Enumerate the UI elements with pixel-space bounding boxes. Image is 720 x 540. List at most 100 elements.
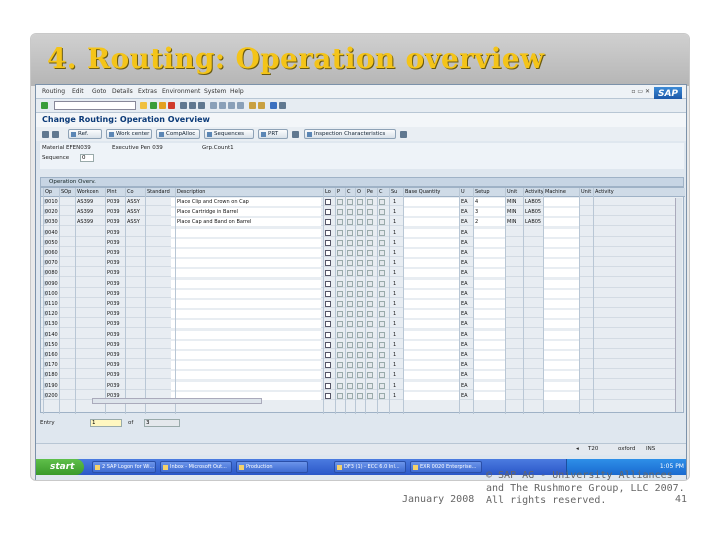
input-cell[interactable] <box>171 300 321 308</box>
input-cell[interactable] <box>403 351 459 359</box>
horizontal-scrollbar[interactable] <box>92 398 262 404</box>
cell-cs[interactable]: 1 <box>393 332 396 338</box>
status-tri-icon[interactable]: ◂ <box>576 446 579 452</box>
cell-cs[interactable]: 1 <box>393 342 396 348</box>
cell-un[interactable]: EA <box>461 250 468 256</box>
cell-op[interactable]: 0040 <box>45 230 58 236</box>
checkbox[interactable] <box>337 352 343 358</box>
cell-wc[interactable]: AS399 <box>77 219 93 225</box>
checkbox[interactable] <box>367 280 373 287</box>
cell-cs[interactable]: 1 <box>393 209 396 215</box>
checkbox[interactable] <box>347 229 353 236</box>
cell-cs[interactable]: 1 <box>393 352 396 358</box>
checkbox[interactable] <box>325 321 331 328</box>
checkbox[interactable] <box>357 331 363 338</box>
table-row[interactable]: 0180 P039 1 EA <box>41 371 677 380</box>
cell-op[interactable]: 0140 <box>45 332 58 338</box>
cell-plnt[interactable]: P039 <box>107 260 120 266</box>
checkbox[interactable] <box>347 382 353 389</box>
checkbox[interactable] <box>325 392 331 399</box>
table-row[interactable]: 0090 P039 1 EA <box>41 279 677 288</box>
checkbox[interactable] <box>325 229 331 236</box>
checkbox[interactable] <box>347 260 353 267</box>
checkbox[interactable] <box>357 321 363 328</box>
cell-act[interactable]: LAB05 <box>525 219 541 225</box>
task-sap-logon[interactable]: 2 SAP Logon for Wi... <box>92 461 156 473</box>
next-page-icon[interactable] <box>228 102 235 109</box>
cell-setup[interactable]: 2 <box>475 219 478 225</box>
checkbox[interactable] <box>325 311 331 318</box>
cell-op[interactable]: 0130 <box>45 321 58 327</box>
input-cell[interactable] <box>473 361 505 370</box>
input-cell[interactable] <box>543 249 579 257</box>
cell-un[interactable]: EA <box>461 342 468 348</box>
cell-plnt[interactable]: P039 <box>107 270 120 276</box>
checkbox[interactable] <box>325 372 331 379</box>
cell-plnt[interactable]: P039 <box>107 372 120 378</box>
checkbox[interactable] <box>325 301 331 307</box>
input-cell[interactable] <box>543 289 579 298</box>
checkbox[interactable] <box>325 352 331 358</box>
input-cell[interactable] <box>473 351 505 359</box>
cell-plnt[interactable]: P039 <box>107 362 120 368</box>
cell-unit[interactable]: MIN <box>507 209 517 215</box>
checkbox[interactable] <box>379 270 385 277</box>
input-cell[interactable] <box>543 300 579 308</box>
checkbox[interactable] <box>325 341 331 348</box>
menu-extras[interactable]: Extras <box>138 88 157 95</box>
input-cell[interactable] <box>403 361 459 370</box>
cell-un[interactable]: EA <box>461 260 468 266</box>
task-exr[interactable]: EXR 0020 Enterprise... <box>410 461 482 473</box>
column-header[interactable]: O <box>357 189 361 195</box>
other-operation-icon[interactable] <box>42 131 49 138</box>
input-cell[interactable] <box>543 371 579 380</box>
comp-alloc-button[interactable]: CompAlloc <box>156 129 200 139</box>
checkbox[interactable] <box>337 209 343 216</box>
column-header[interactable]: Workcen <box>77 189 99 195</box>
cell-act[interactable]: LAB05 <box>525 209 541 215</box>
table-row[interactable]: 0020 AS399 P039 ASSY Place Cartridge in Barr… <box>41 208 677 217</box>
checkbox[interactable] <box>357 199 363 205</box>
checkbox[interactable] <box>379 219 385 226</box>
input-cell[interactable] <box>473 340 505 349</box>
column-header[interactable]: Activity <box>525 189 544 195</box>
cell-un[interactable]: EA <box>461 352 468 358</box>
checkbox[interactable] <box>367 321 373 328</box>
new-session-icon[interactable] <box>249 102 256 109</box>
cell-plnt[interactable]: P039 <box>107 281 120 287</box>
checkbox[interactable] <box>337 372 343 379</box>
input-cell[interactable] <box>403 381 459 390</box>
input-cell[interactable] <box>171 238 321 247</box>
checkbox[interactable] <box>325 199 331 205</box>
input-cell[interactable] <box>403 218 459 227</box>
input-cell[interactable] <box>171 279 321 288</box>
checkbox[interactable] <box>367 372 373 379</box>
window-controls-icon[interactable]: ▫ ▭ ✕ <box>631 88 650 95</box>
cell-setup[interactable]: 4 <box>475 199 478 205</box>
cell-op[interactable]: 0050 <box>45 240 58 246</box>
checkbox[interactable] <box>347 352 353 358</box>
cell-co[interactable]: ASSY <box>127 209 140 215</box>
prt-button[interactable]: PRT <box>258 129 288 139</box>
input-cell[interactable] <box>171 228 321 237</box>
checkbox[interactable] <box>367 331 373 338</box>
cell-cs[interactable]: 1 <box>393 250 396 256</box>
column-header[interactable]: Machine <box>545 189 566 195</box>
task-df3[interactable]: DF3 (1) - ECC 6.0 Inl... <box>334 461 406 473</box>
input-cell[interactable] <box>543 238 579 247</box>
checkbox[interactable] <box>325 290 331 297</box>
checkbox[interactable] <box>347 250 353 256</box>
checkbox[interactable] <box>347 392 353 399</box>
column-header[interactable]: SOp <box>61 189 71 195</box>
vertical-scrollbar[interactable] <box>675 198 682 412</box>
input-cell[interactable] <box>543 330 579 339</box>
checkbox[interactable] <box>325 270 331 277</box>
table-row[interactable]: 0140 P039 1 EA <box>41 330 677 339</box>
input-cell[interactable] <box>403 249 459 257</box>
table-row[interactable]: 0130 P039 1 EA <box>41 320 677 329</box>
cell-cs[interactable]: 1 <box>393 311 396 317</box>
cell-plnt[interactable]: P039 <box>107 250 120 256</box>
checkbox[interactable] <box>367 209 373 216</box>
checkbox[interactable] <box>325 331 331 338</box>
column-header[interactable]: Unit <box>507 189 517 195</box>
